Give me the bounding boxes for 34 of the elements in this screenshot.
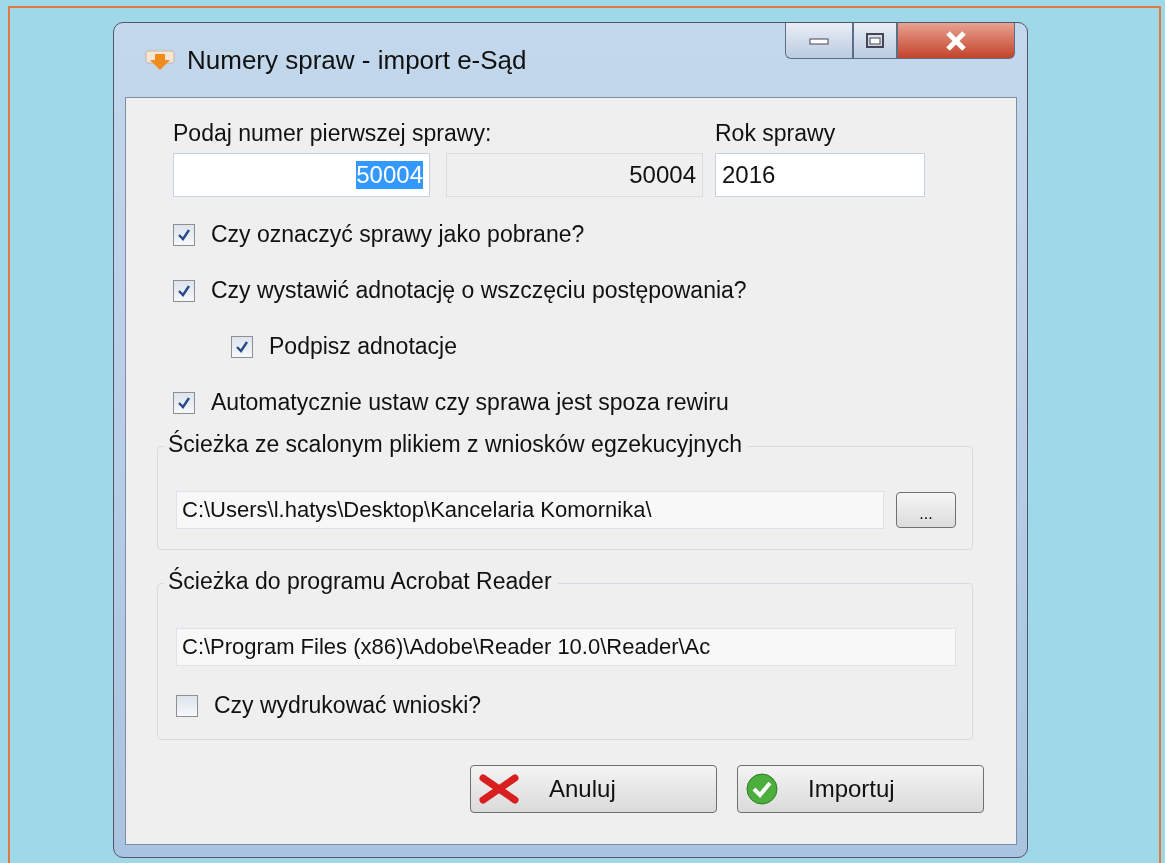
window-title: Numery spraw - import e-Sąd: [187, 44, 528, 76]
checkbox[interactable]: [173, 391, 195, 414]
checkbox-label: Czy wydrukować wnioski?: [214, 692, 482, 719]
cancel-button[interactable]: Anuluj: [470, 765, 717, 813]
check-icon: [177, 395, 191, 410]
close-button[interactable]: [897, 23, 1015, 59]
browse-button[interactable]: ...: [896, 492, 956, 528]
minimize-icon: [808, 35, 830, 46]
group-title: Ścieżka ze scalonym plikiem z wniosków egzekucyjnych: [164, 431, 748, 458]
minimize-button[interactable]: [785, 23, 853, 59]
cross-icon: [479, 774, 519, 804]
checkbox-label: Podpisz adnotacje: [269, 333, 457, 360]
checkbox-label: Czy wystawić adnotację o wszczęciu postępowania?: [211, 277, 747, 304]
import-button[interactable]: Importuj: [737, 765, 984, 813]
checkmark-icon: [746, 773, 778, 805]
field-label: Rok sprawy: [715, 120, 837, 147]
checkbox[interactable]: [173, 279, 195, 302]
field-label: Podaj numer pierwszej sprawy:: [173, 120, 493, 147]
checkbox[interactable]: [176, 694, 198, 717]
path-field[interactable]: C:\Users\l.hatys\Desktop\Kancelaria Komornika\: [176, 491, 884, 529]
download-arrow-icon: [145, 48, 175, 72]
year-field[interactable]: 2016: [715, 153, 925, 197]
maximize-icon: [864, 31, 886, 50]
path-field[interactable]: C:\Program Files (x86)\Adobe\Reader 10.0\Reader\Ac: [176, 628, 956, 666]
checkbox-label: Automatycznie ustaw czy sprawa jest spoza rewiru: [211, 389, 729, 416]
group-title: Ścieżka do programu Acrobat Reader: [164, 568, 558, 595]
check-icon: [177, 283, 191, 298]
check-icon: [177, 227, 191, 242]
checkbox[interactable]: [173, 223, 195, 246]
close-icon: [943, 30, 969, 51]
checkbox[interactable]: [231, 335, 253, 358]
check-icon: [235, 339, 249, 354]
maximize-button[interactable]: [853, 23, 897, 59]
checkbox-label: Czy oznaczyć sprawy jako pobrane?: [211, 221, 585, 248]
